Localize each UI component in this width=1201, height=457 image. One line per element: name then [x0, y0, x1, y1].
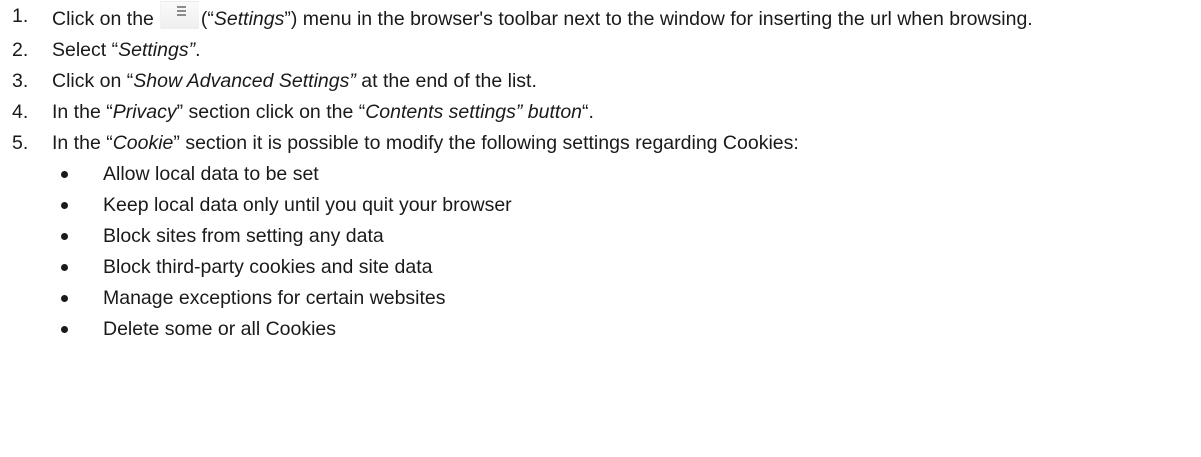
bullet-icon — [61, 264, 68, 271]
step-text: Click on “ — [52, 70, 134, 92]
cookie-options-list: Allow local data to be set Keep local da… — [0, 159, 1201, 345]
step-number: 5. — [12, 132, 29, 154]
list-item-text: Allow local data to be set — [103, 163, 319, 185]
step-text: . — [195, 39, 201, 61]
step-emphasis: Settings” — [118, 39, 196, 61]
bullet-icon — [61, 326, 68, 333]
step-number: 4. — [12, 101, 29, 123]
bullet-icon — [61, 202, 68, 209]
step-number: 2. — [12, 39, 29, 61]
list-item: Delete some or all Cookies — [0, 314, 1201, 345]
step-emphasis: Contents settings” button — [365, 101, 583, 123]
instructions-document: 1. Click on the (“Settings”) menu in the … — [0, 0, 1201, 345]
step-1: 1. Click on the (“Settings”) menu in the … — [0, 1, 1201, 35]
step-text: (“ — [200, 8, 214, 30]
step-text: Click on the — [52, 8, 154, 30]
step-emphasis: Settings — [213, 8, 285, 30]
step-number: 1. — [12, 5, 29, 27]
step-emphasis: Cookie — [112, 132, 174, 154]
step-emphasis: Privacy — [112, 101, 177, 123]
step-text: at the end of the list. — [355, 70, 537, 92]
bullet-icon — [61, 233, 68, 240]
step-text: ”) menu in the browser's toolbar next to… — [284, 8, 1033, 30]
list-item: Block third-party cookies and site data — [0, 252, 1201, 283]
step-text: ” section click on the “ — [176, 101, 366, 123]
step-3: 3. Click on “Show Advanced Settings” at … — [0, 66, 1201, 97]
list-item: Block sites from setting any data — [0, 221, 1201, 252]
step-text: ” section it is possible to modify the f… — [173, 132, 799, 154]
list-item-text: Keep local data only until you quit your… — [103, 194, 512, 216]
step-text: In the “ — [52, 101, 113, 123]
step-2: 2. Select “Settings”. — [0, 35, 1201, 66]
list-item: Keep local data only until you quit your… — [0, 190, 1201, 221]
step-text: “. — [582, 101, 594, 123]
step-5: 5. In the “Cookie” section it is possibl… — [0, 128, 1201, 159]
list-item: Manage exceptions for certain websites — [0, 283, 1201, 314]
list-item: Allow local data to be set — [0, 159, 1201, 190]
list-item-text: Block third-party cookies and site data — [103, 256, 433, 278]
list-item-text: Delete some or all Cookies — [103, 318, 337, 340]
step-4: 4. In the “Privacy” section click on the… — [0, 97, 1201, 128]
step-emphasis: Show Advanced Settings” — [133, 70, 356, 92]
step-text: Select “ — [52, 39, 119, 61]
step-text: In the “ — [52, 132, 113, 154]
list-item-text: Block sites from setting any data — [103, 225, 384, 247]
list-item-text: Manage exceptions for certain websites — [103, 287, 446, 309]
bullet-icon — [61, 295, 68, 302]
step-number: 3. — [12, 70, 29, 92]
bullet-icon — [61, 171, 68, 178]
menu-icon — [159, 1, 199, 29]
